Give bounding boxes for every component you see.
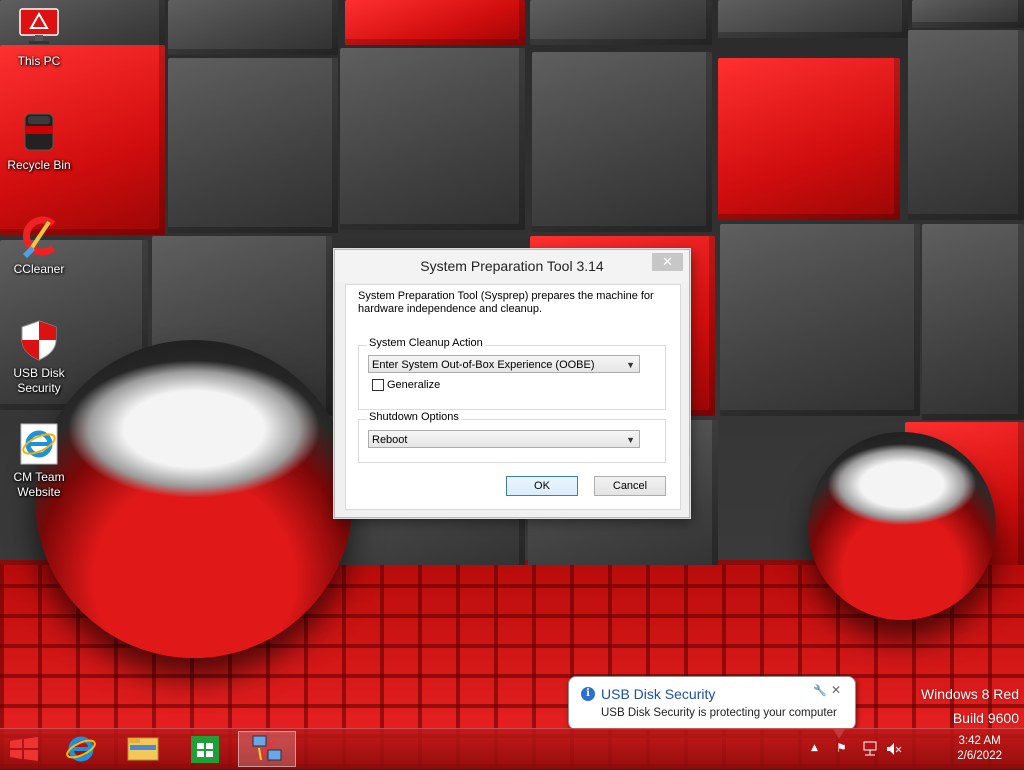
cleanup-action-group: System Cleanup Action Enter System Out-o… [358, 337, 666, 410]
wrench-icon[interactable]: 🔧 [813, 684, 827, 697]
chevron-down-icon: ▼ [626, 435, 635, 445]
ok-button[interactable]: OK [506, 476, 578, 496]
desktop-icon-label: CM Team Website [13, 470, 65, 499]
clock-date: 2/6/2022 [957, 750, 1002, 762]
usb-disk-security-notification[interactable]: i USB Disk Security USB Disk Security is… [568, 676, 856, 739]
chevron-down-icon: ▼ [626, 360, 635, 370]
taskbar: ▲ ⚑ 3:42 AM 2/6/2022 [0, 728, 1024, 769]
internet-explorer-icon [66, 736, 96, 762]
shutdown-options-value: Reboot [372, 434, 408, 446]
taskbar-internet-explorer[interactable] [54, 731, 108, 767]
taskbar-network-tool[interactable] [238, 731, 296, 767]
network-computers-icon [252, 735, 282, 761]
generalize-checkbox[interactable] [372, 379, 384, 391]
desktop-icon-label: CCleaner [13, 262, 65, 276]
cancel-button[interactable]: Cancel [594, 476, 666, 496]
ccleaner-icon [17, 214, 61, 258]
system-clock[interactable]: 3:42 AM 2/6/2022 [957, 734, 1002, 764]
recycle-bin-icon [17, 110, 61, 154]
dialog-client-area: System Preparation Tool (Sysprep) prepar… [345, 284, 681, 510]
internet-explorer-icon [17, 422, 61, 466]
store-icon [191, 736, 219, 763]
windows-edition-watermark: Windows 8 Red [920, 686, 1019, 702]
desktop-icon-cm-team-website[interactable]: CM Team Website [2, 422, 76, 500]
show-hidden-icons-icon[interactable]: ▲ [811, 743, 818, 753]
dialog-description: System Preparation Tool (Sysprep) prepar… [358, 290, 654, 315]
clock-time: 3:42 AM [958, 735, 1001, 747]
notification-title: USB Disk Security [601, 686, 716, 702]
this-pc-icon [17, 6, 61, 50]
generalize-label: Generalize [387, 379, 441, 391]
sysprep-dialog: System Preparation Tool 3.14 ✕ System Pr… [334, 249, 690, 518]
shield-icon [17, 318, 61, 362]
shutdown-options-group: Shutdown Options Reboot ▼ [358, 411, 666, 463]
info-icon: i [581, 687, 595, 701]
windows-logo-icon [10, 737, 38, 761]
desktop-icon-label: Recycle Bin [7, 158, 71, 172]
close-button[interactable]: ✕ [652, 253, 683, 271]
dialog-titlebar[interactable]: System Preparation Tool 3.14 ✕ [335, 250, 689, 282]
close-icon: ✕ [662, 254, 673, 269]
desktop-icon-label: USB Disk Security [13, 366, 65, 395]
start-button[interactable] [0, 731, 48, 767]
notification-close-icon[interactable]: ✕ [831, 683, 841, 697]
desktop-icon-ccleaner[interactable]: CCleaner [2, 214, 76, 277]
action-center-flag-icon[interactable]: ⚑ [836, 741, 847, 755]
volume-muted-icon[interactable] [886, 741, 902, 760]
cleanup-action-value: Enter System Out-of-Box Experience (OOBE… [372, 359, 595, 371]
taskbar-windows-store[interactable] [178, 731, 232, 767]
shutdown-options-select[interactable]: Reboot ▼ [368, 430, 640, 448]
cleanup-action-select[interactable]: Enter System Out-of-Box Experience (OOBE… [368, 355, 640, 373]
windows-build-watermark: Build 9600 [952, 710, 1019, 726]
desktop-icon-this-pc[interactable]: This PC [2, 6, 76, 69]
desktop-icon-usb-disk-security[interactable]: USB Disk Security [2, 318, 76, 396]
shutdown-options-label: Shutdown Options [367, 411, 461, 423]
notification-body: USB Disk Security is protecting your com… [601, 707, 837, 719]
network-icon[interactable] [862, 741, 878, 760]
folder-icon [127, 737, 159, 761]
dialog-title: System Preparation Tool 3.14 [420, 258, 604, 274]
desktop-icon-recycle-bin[interactable]: Recycle Bin [2, 110, 76, 173]
desktop-icon-label: This PC [17, 54, 61, 68]
cleanup-action-label: System Cleanup Action [367, 337, 485, 349]
taskbar-file-explorer[interactable] [116, 731, 170, 767]
